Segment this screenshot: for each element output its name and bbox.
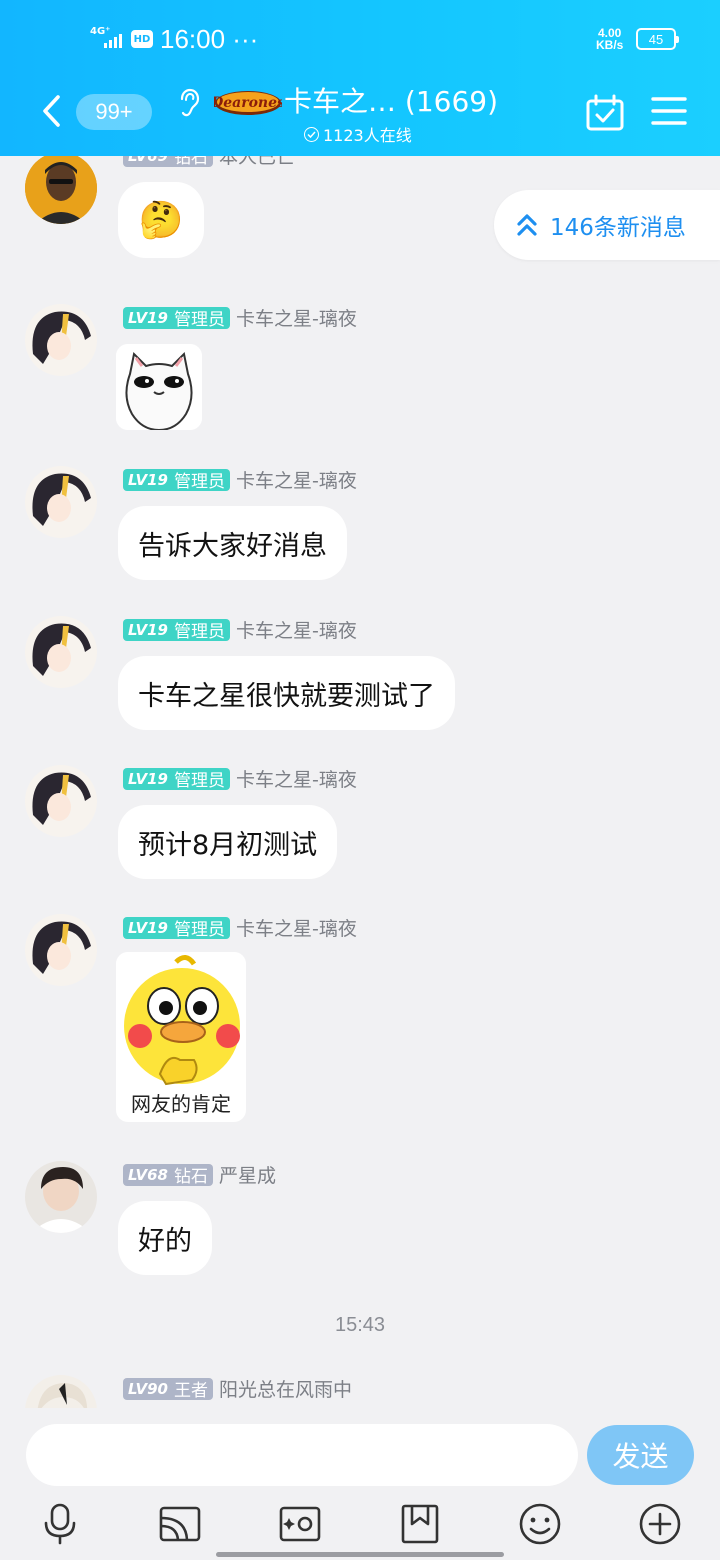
admin-badge: LV19 管理员 xyxy=(123,618,230,642)
avatar[interactable] xyxy=(25,765,97,837)
back-button[interactable] xyxy=(34,94,68,128)
menu-icon[interactable] xyxy=(651,95,687,127)
hd-badge: HD xyxy=(131,30,153,48)
message-bubble[interactable]: 预计8月初测试 xyxy=(118,805,338,879)
emoji-icon[interactable] xyxy=(518,1502,562,1546)
message-bubble[interactable]: 🤔 xyxy=(118,182,204,258)
avatar-image xyxy=(25,616,97,688)
admin-badge: LV19 管理员 xyxy=(123,767,230,791)
message-item: LV68 钻石 严星成 好的 xyxy=(0,1161,720,1281)
message-bubble[interactable]: 好的 xyxy=(118,1201,212,1275)
time-divider: 15:43 xyxy=(334,1314,386,1336)
new-messages-button[interactable]: 146条新消息 xyxy=(494,190,720,260)
photo-icon[interactable] xyxy=(278,1502,322,1546)
chat-message-list[interactable]: LV69 钻石 本人已亡 🤔 146条新消息 LV19 xyxy=(0,156,720,1408)
avatar[interactable] xyxy=(25,914,97,986)
avatar[interactable] xyxy=(25,1161,97,1233)
avatar[interactable] xyxy=(25,156,97,224)
message-meta: LV19 管理员 卡车之星-璃夜 xyxy=(123,304,357,331)
sender-name[interactable]: 卡车之星-璃夜 xyxy=(236,466,357,493)
input-bar: 发送 xyxy=(0,1408,720,1560)
calendar-check-icon[interactable] xyxy=(585,94,625,132)
network-speed: 4.00 KB/s xyxy=(596,27,623,51)
message-item: LV19 管理员 卡车之星-璃夜 网友的肯定 xyxy=(0,914,720,1134)
group-logo-text: Dearones xyxy=(214,95,282,111)
sender-name[interactable]: 卡车之星-璃夜 xyxy=(236,616,357,643)
avatar-image xyxy=(25,1161,97,1233)
message-item: LV19 管理员 卡车之星-璃夜 卡车之星很快就要测试了 xyxy=(0,616,720,736)
thinking-emoji-icon: 🤔 xyxy=(138,200,184,241)
avatar[interactable] xyxy=(25,466,97,538)
send-button[interactable]: 发送 xyxy=(587,1425,694,1485)
group-title[interactable]: 卡车之… (1669) xyxy=(284,80,498,120)
message-input[interactable] xyxy=(26,1424,578,1486)
cast-icon[interactable] xyxy=(158,1502,202,1546)
avatar-image xyxy=(25,914,97,986)
message-item: LV19 管理员 卡车之星-璃夜 xyxy=(0,304,720,444)
file-icon[interactable] xyxy=(398,1502,442,1546)
avatar-image xyxy=(25,156,97,224)
avatar[interactable] xyxy=(25,1375,97,1408)
unread-count-badge[interactable]: 99+ xyxy=(76,94,152,130)
rank-badge: LV68 钻石 xyxy=(123,1163,213,1187)
chat-nav-bar: 99+ Dearones 卡车之… (1669) 1123人在线 xyxy=(0,76,720,156)
avatar-image xyxy=(25,765,97,837)
chevron-left-icon xyxy=(43,95,60,127)
cat-sticker[interactable] xyxy=(116,344,202,430)
message-bubble[interactable]: 卡车之星很快就要测试了 xyxy=(118,656,455,730)
message-meta: LV19 管理员 卡车之星-璃夜 xyxy=(123,466,357,493)
cat-sticker-image xyxy=(116,344,202,430)
signal-icon xyxy=(104,34,122,48)
admin-badge: LV19 管理员 xyxy=(123,916,230,940)
message-meta: LV19 管理员 卡车之星-璃夜 xyxy=(123,765,357,792)
header: 4G⁺ HD 16:00 ··· 4.00 KB/s 45 99+ Dearon… xyxy=(0,0,720,156)
plus-icon[interactable] xyxy=(638,1502,682,1546)
avatar[interactable] xyxy=(25,616,97,688)
sender-name[interactable]: 本人已亡 xyxy=(219,156,295,169)
group-logo-icon: Dearones xyxy=(214,91,282,115)
rank-badge: LV90 王者 xyxy=(123,1377,213,1401)
message-item: LV19 管理员 卡车之星-璃夜 告诉大家好消息 xyxy=(0,466,720,586)
duck-sticker[interactable]: 网友的肯定 xyxy=(116,952,246,1122)
message-item: LV90 王者 阳光总在风雨中 xyxy=(0,1375,720,1408)
sender-name[interactable]: 阳光总在风雨中 xyxy=(219,1375,352,1402)
double-chevron-up-icon xyxy=(517,214,537,236)
sender-name[interactable]: 卡车之星-璃夜 xyxy=(236,914,357,941)
message-item: LV19 管理员 卡车之星-璃夜 预计8月初测试 xyxy=(0,765,720,885)
clock: 16:00 ··· xyxy=(160,24,259,54)
network-indicator: 4G⁺ xyxy=(90,26,126,52)
rank-badge: LV69 钻石 xyxy=(123,156,213,168)
sender-name[interactable]: 卡车之星-璃夜 xyxy=(236,765,357,792)
sticker-caption: 网友的肯定 xyxy=(131,1092,231,1116)
new-messages-label: 146条新消息 xyxy=(550,215,686,241)
avatar-image xyxy=(25,1375,97,1408)
avatar[interactable] xyxy=(25,304,97,376)
sender-name[interactable]: 严星成 xyxy=(219,1161,276,1188)
speed-unit: KB/s xyxy=(596,38,624,52)
online-count: 1123人在线 xyxy=(304,122,412,146)
message-meta: LV90 王者 阳光总在风雨中 xyxy=(123,1375,352,1402)
avatar-image xyxy=(25,304,97,376)
mic-icon[interactable] xyxy=(38,1502,82,1546)
admin-badge: LV19 管理员 xyxy=(123,306,230,330)
home-indicator[interactable] xyxy=(216,1552,504,1557)
message-meta: LV19 管理员 卡车之星-璃夜 xyxy=(123,616,357,643)
avatar-image xyxy=(25,466,97,538)
ear-icon[interactable] xyxy=(176,88,200,118)
message-meta: LV69 钻石 本人已亡 xyxy=(123,156,295,169)
check-circle-icon xyxy=(304,126,319,142)
duck-sticker-image xyxy=(116,952,246,1092)
sender-name[interactable]: 卡车之星-璃夜 xyxy=(236,304,357,331)
battery-icon: 45 xyxy=(636,28,679,50)
online-count-text: 1123人在线 xyxy=(323,126,412,145)
message-bubble[interactable]: 告诉大家好消息 xyxy=(118,506,347,580)
message-meta: LV19 管理员 卡车之星-璃夜 xyxy=(123,914,357,941)
message-meta: LV68 钻石 严星成 xyxy=(123,1161,276,1188)
admin-badge: LV19 管理员 xyxy=(123,468,230,492)
status-bar: 4G⁺ HD 16:00 ··· 4.00 KB/s 45 xyxy=(0,0,720,76)
